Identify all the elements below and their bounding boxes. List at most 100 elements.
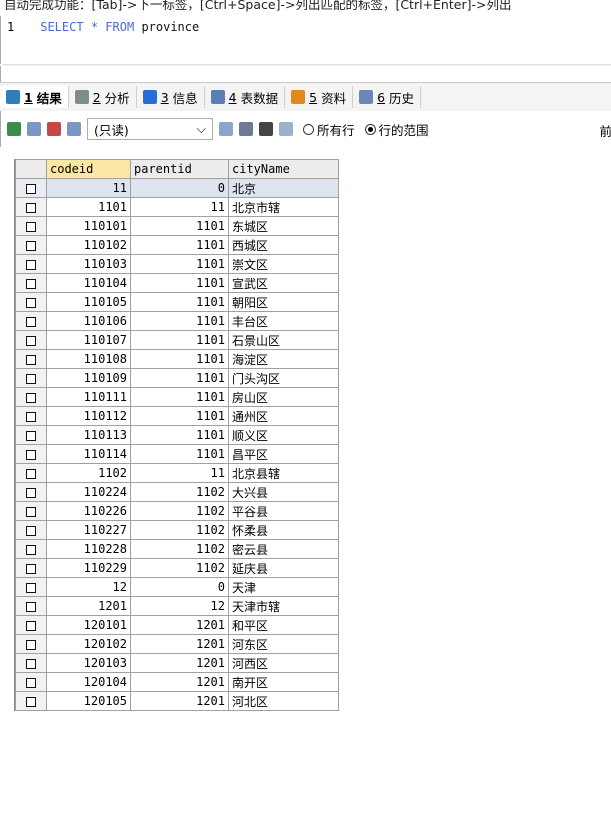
row-checkbox-cell[interactable]	[15, 178, 47, 198]
table-row[interactable]: 110226 1102 平谷县	[15, 501, 339, 521]
cell-cityname[interactable]: 南开区	[228, 672, 339, 692]
cell-codeid[interactable]: 110101	[46, 216, 131, 236]
table-row[interactable]: 120104 1201 南开区	[15, 672, 339, 692]
refresh-icon[interactable]	[279, 122, 293, 136]
table-row[interactable]: 110101 1101 东城区	[15, 216, 339, 236]
cell-cityname[interactable]: 河北区	[228, 691, 339, 711]
cell-codeid[interactable]: 110107	[46, 330, 131, 350]
cell-codeid[interactable]: 110105	[46, 292, 131, 312]
cell-codeid[interactable]: 110108	[46, 349, 131, 369]
sql-editor[interactable]: 1 SELECT * FROM province <	[0, 16, 611, 82]
cell-parentid[interactable]: 1201	[130, 615, 229, 635]
row-checkbox-cell[interactable]	[15, 254, 47, 274]
cell-codeid[interactable]: 110112	[46, 406, 131, 426]
tab-history[interactable]: 6 历史	[353, 86, 422, 108]
radio-row-range[interactable]: 行的范围	[364, 120, 429, 139]
table-row[interactable]: 110224 1102 大兴县	[15, 482, 339, 502]
row-checkbox-cell[interactable]	[15, 520, 47, 540]
cell-codeid[interactable]: 110109	[46, 368, 131, 388]
tab-info[interactable]: 3 信息	[137, 86, 205, 108]
cell-codeid[interactable]: 1201	[46, 596, 131, 616]
cell-parentid[interactable]: 1101	[130, 406, 229, 426]
cell-parentid[interactable]: 1102	[130, 539, 229, 559]
save-changes-icon[interactable]	[67, 122, 81, 136]
table-row[interactable]: 110113 1101 顺义区	[15, 425, 339, 445]
cell-parentid[interactable]: 1101	[130, 387, 229, 407]
cell-codeid[interactable]: 110226	[46, 501, 131, 521]
row-checkbox-cell[interactable]	[15, 634, 47, 654]
row-checkbox-cell[interactable]	[15, 368, 47, 388]
cell-parentid[interactable]: 0	[130, 178, 229, 198]
row-checkbox[interactable]	[26, 316, 36, 327]
row-checkbox-cell[interactable]	[15, 482, 47, 502]
cell-cityname[interactable]: 房山区	[228, 387, 339, 407]
trash-icon[interactable]	[259, 122, 273, 136]
cell-cityname[interactable]: 崇文区	[228, 254, 339, 274]
cell-cityname[interactable]: 大兴县	[228, 482, 339, 502]
cell-cityname[interactable]: 石景山区	[228, 330, 339, 350]
table-row[interactable]: 120105 1201 河北区	[15, 691, 339, 711]
cell-cityname[interactable]: 东城区	[228, 216, 339, 236]
editor-line[interactable]: 1 SELECT * FROM province	[1, 19, 199, 35]
row-checkbox-cell[interactable]	[15, 501, 47, 521]
table-row[interactable]: 120102 1201 河东区	[15, 634, 339, 654]
cell-cityname[interactable]: 丰台区	[228, 311, 339, 331]
cell-parentid[interactable]: 11	[130, 463, 229, 483]
cell-codeid[interactable]: 110114	[46, 444, 131, 464]
row-checkbox[interactable]	[26, 278, 36, 289]
cell-codeid[interactable]: 110227	[46, 520, 131, 540]
table-row[interactable]: 1201 12 天津市辖	[15, 596, 339, 616]
row-checkbox[interactable]	[26, 335, 36, 346]
row-checkbox[interactable]	[26, 430, 36, 441]
duplicate-row-icon[interactable]	[27, 122, 41, 136]
cell-parentid[interactable]: 1101	[130, 254, 229, 274]
cell-parentid[interactable]: 1101	[130, 311, 229, 331]
cell-parentid[interactable]: 1101	[130, 425, 229, 445]
cell-parentid[interactable]: 0	[130, 577, 229, 597]
cell-cityname[interactable]: 密云县	[228, 539, 339, 559]
cell-cityname[interactable]: 天津市辖	[228, 596, 339, 616]
table-row[interactable]: 110108 1101 海淀区	[15, 349, 339, 369]
cell-parentid[interactable]: 1201	[130, 672, 229, 692]
row-checkbox[interactable]	[26, 563, 36, 574]
table-row[interactable]: 110107 1101 石景山区	[15, 330, 339, 350]
row-checkbox[interactable]	[26, 202, 36, 213]
table-row[interactable]: 110227 1102 怀柔县	[15, 520, 339, 540]
cell-parentid[interactable]: 1101	[130, 292, 229, 312]
cell-parentid[interactable]: 1201	[130, 691, 229, 711]
cell-codeid[interactable]: 110106	[46, 311, 131, 331]
cell-codeid[interactable]: 110102	[46, 235, 131, 255]
cell-codeid[interactable]: 110113	[46, 425, 131, 445]
cell-parentid[interactable]: 1101	[130, 349, 229, 369]
row-checkbox[interactable]	[26, 487, 36, 498]
cell-cityname[interactable]: 顺义区	[228, 425, 339, 445]
cell-codeid[interactable]: 120103	[46, 653, 131, 673]
row-checkbox-cell[interactable]	[15, 539, 47, 559]
row-checkbox[interactable]	[26, 259, 36, 270]
table-row[interactable]: 110106 1101 丰台区	[15, 311, 339, 331]
cell-codeid[interactable]: 110104	[46, 273, 131, 293]
row-checkbox[interactable]	[26, 449, 36, 460]
cell-parentid[interactable]: 11	[130, 197, 229, 217]
row-checkbox-cell[interactable]	[15, 653, 47, 673]
row-checkbox[interactable]	[26, 297, 36, 308]
row-checkbox[interactable]	[26, 525, 36, 536]
row-checkbox[interactable]	[26, 354, 36, 365]
row-checkbox-cell[interactable]	[15, 596, 47, 616]
cell-parentid[interactable]: 1101	[130, 216, 229, 236]
tab-profile[interactable]: 5 资料	[285, 86, 354, 108]
row-checkbox[interactable]	[26, 240, 36, 251]
delete-row-icon[interactable]	[47, 122, 61, 136]
row-checkbox-cell[interactable]	[15, 197, 47, 217]
cell-codeid[interactable]: 110229	[46, 558, 131, 578]
cell-cityname[interactable]: 北京市辖	[228, 197, 339, 217]
add-row-icon[interactable]	[7, 122, 21, 136]
row-checkbox-cell[interactable]	[15, 672, 47, 692]
row-checkbox-cell[interactable]	[15, 330, 47, 350]
row-checkbox-cell[interactable]	[15, 463, 47, 483]
row-checkbox[interactable]	[26, 620, 36, 631]
table-row[interactable]: 110229 1102 延庆县	[15, 558, 339, 578]
radio-circle-checked[interactable]	[364, 123, 376, 135]
cell-cityname[interactable]: 平谷县	[228, 501, 339, 521]
cell-cityname[interactable]: 河东区	[228, 634, 339, 654]
